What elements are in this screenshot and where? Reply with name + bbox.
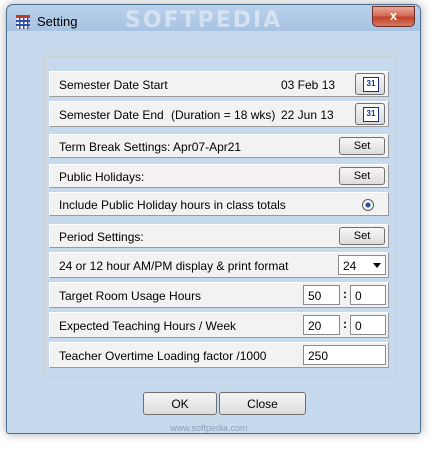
- calendar-icon: 31: [363, 107, 379, 122]
- term-break-set-button[interactable]: Set: [339, 137, 385, 155]
- chevron-down-icon: [373, 263, 381, 268]
- teaching-hours-value: 20: [308, 319, 322, 333]
- period-settings-label: Period Settings:: [59, 230, 144, 244]
- footer-watermark: www.softpedia.com: [170, 423, 248, 433]
- window-close-button[interactable]: x: [372, 6, 415, 27]
- time-format-select[interactable]: 24: [338, 255, 386, 275]
- room-usage-hours-input[interactable]: 50: [303, 285, 340, 305]
- period-settings-set-button[interactable]: Set: [339, 227, 385, 245]
- close-icon: x: [389, 8, 398, 23]
- time-separator: :: [343, 287, 347, 301]
- close-button[interactable]: Close: [219, 392, 306, 415]
- row-overtime: Teacher Overtime Loading factor /1000 25…: [49, 342, 389, 368]
- semester-end-value: 22 Jun 13: [281, 108, 334, 122]
- include-holidays-radio[interactable]: [362, 199, 374, 211]
- time-separator: :: [343, 317, 347, 331]
- row-semester-end: Semester Date End (Duration = 18 wks) 22…: [49, 101, 389, 127]
- row-include-holidays: Include Public Holiday hours in class to…: [49, 192, 389, 216]
- teaching-hours-label: Expected Teaching Hours / Week: [59, 319, 236, 333]
- window-title: Setting: [37, 14, 78, 29]
- overtime-label: Teacher Overtime Loading factor /1000: [59, 349, 267, 363]
- row-teaching-hours: Expected Teaching Hours / Week 20 : 0: [49, 312, 389, 338]
- semester-end-label: Semester Date End: [59, 108, 164, 122]
- ok-button[interactable]: OK: [143, 392, 217, 415]
- grid-app-icon: [16, 15, 30, 29]
- row-semester-start: Semester Date Start 03 Feb 13 31: [49, 71, 389, 97]
- public-holidays-label: Public Holidays:: [59, 170, 145, 184]
- title-bar[interactable]: Setting SOFTPEDIA x: [7, 5, 420, 35]
- public-holidays-set-button[interactable]: Set: [339, 167, 385, 185]
- teaching-minutes-input[interactable]: 0: [350, 315, 386, 335]
- teaching-hours-input[interactable]: 20: [303, 315, 340, 335]
- room-usage-minutes-value: 0: [355, 289, 362, 303]
- semester-start-label: Semester Date Start: [59, 78, 168, 92]
- semester-start-calendar-button[interactable]: 31: [355, 73, 385, 95]
- row-term-break: Term Break Settings: Apr07-Apr21 Set: [49, 134, 389, 158]
- overtime-value: 250: [308, 349, 329, 363]
- semester-end-calendar-button[interactable]: 31: [355, 103, 385, 125]
- include-holidays-label: Include Public Holiday hours in class to…: [59, 198, 286, 212]
- semester-start-value: 03 Feb 13: [281, 78, 336, 92]
- watermark-text: SOFTPEDIA: [125, 8, 283, 33]
- overtime-input[interactable]: 250: [303, 345, 386, 365]
- room-usage-label: Target Room Usage Hours: [59, 289, 202, 303]
- term-break-label: Term Break Settings: Apr07-Apr21: [59, 140, 242, 154]
- semester-duration: (Duration = 18 wks): [171, 108, 276, 122]
- calendar-icon: 31: [363, 77, 379, 92]
- room-usage-hours-value: 50: [308, 289, 322, 303]
- row-room-usage: Target Room Usage Hours 50 : 0: [49, 282, 389, 308]
- teaching-minutes-value: 0: [355, 319, 362, 333]
- row-period-settings: Period Settings: Set: [49, 224, 389, 248]
- room-usage-minutes-input[interactable]: 0: [350, 285, 386, 305]
- time-format-selected: 24: [343, 259, 357, 273]
- time-format-label: 24 or 12 hour AM/PM display & print form…: [59, 259, 289, 273]
- row-public-holidays: Public Holidays: Set: [49, 164, 389, 188]
- row-time-format: 24 or 12 hour AM/PM display & print form…: [49, 252, 389, 278]
